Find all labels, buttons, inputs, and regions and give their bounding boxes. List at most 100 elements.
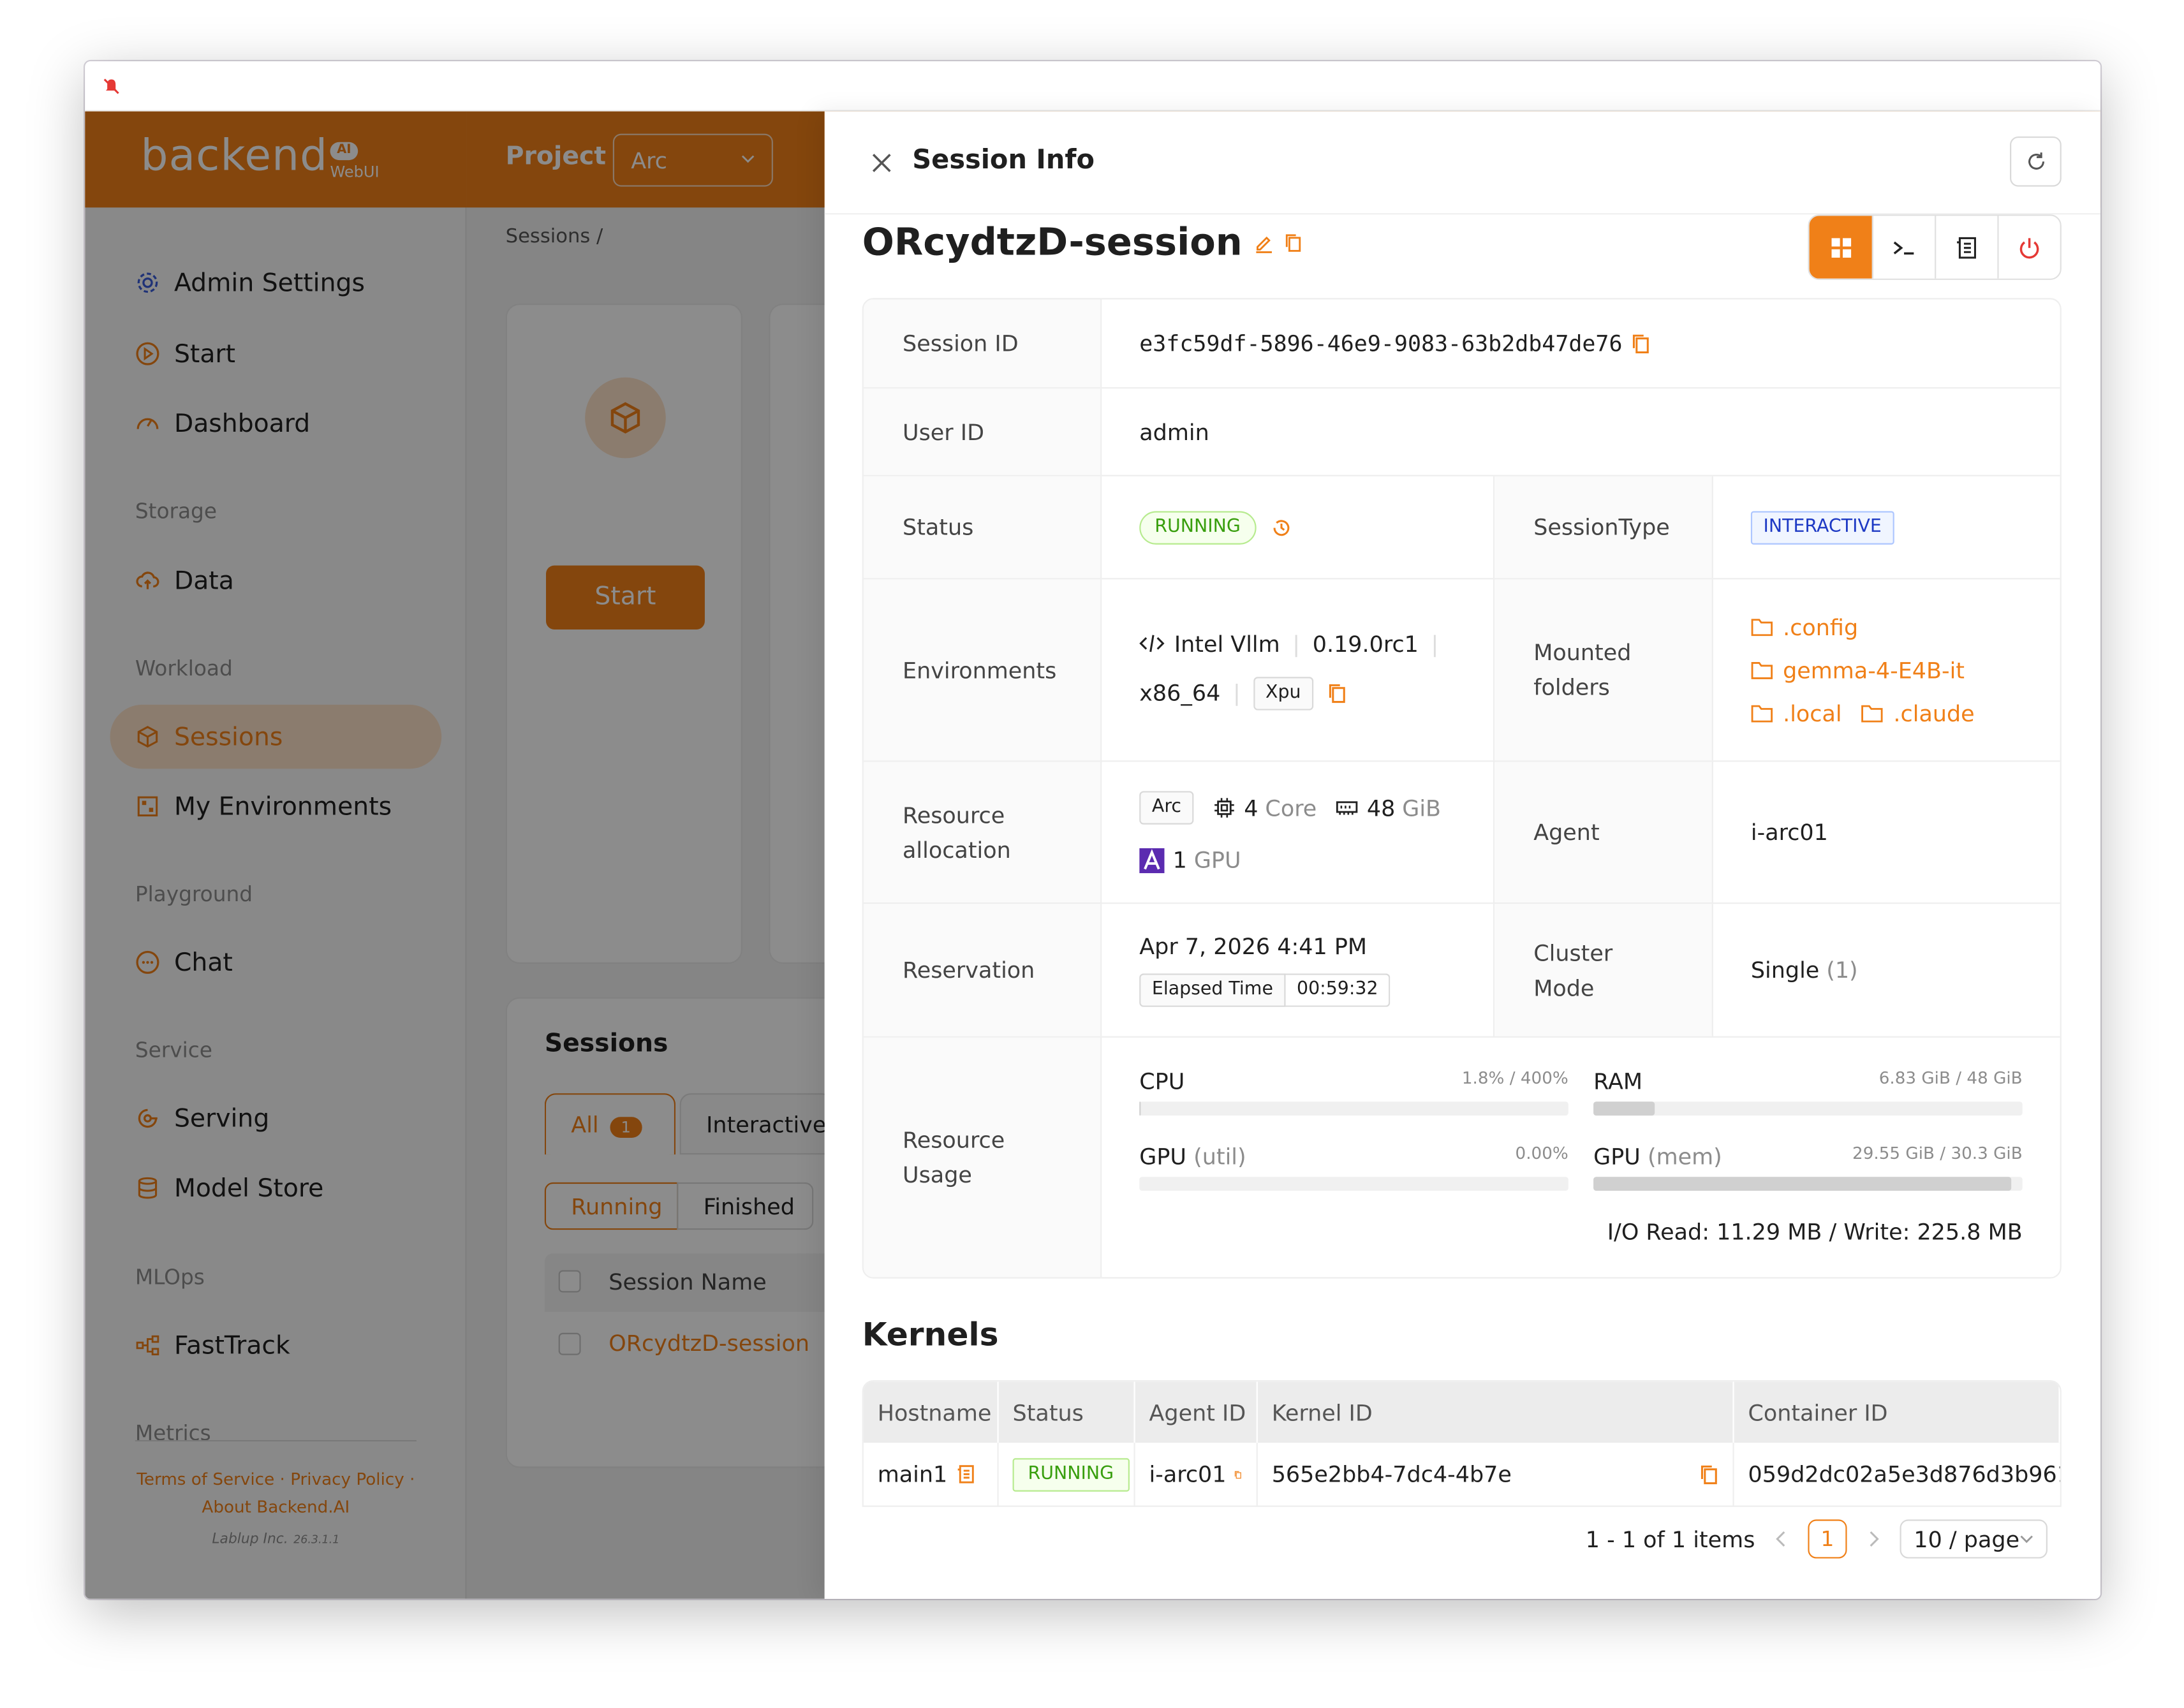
kernel-id: 565e2bb4-7dc4-4b7e (1271, 1461, 1512, 1488)
gpu-count: 1 (1172, 846, 1187, 874)
label-status: Status (863, 476, 1102, 578)
app-launcher-button[interactable] (1809, 216, 1872, 279)
page-current[interactable]: 1 (1808, 1519, 1847, 1559)
session-type-badge: INTERACTIVE (1750, 510, 1894, 544)
terminal-button[interactable] (1871, 216, 1935, 279)
memory-amount: 48 (1366, 794, 1396, 821)
folder-gemma[interactable]: gemma-4-E4B-it (1751, 657, 1965, 683)
folder-name: .config (1783, 613, 1859, 640)
row-user-id: User ID admin (863, 387, 2060, 475)
folder-name: gemma-4-E4B-it (1783, 656, 1965, 684)
folder-local[interactable]: .local (1751, 700, 1842, 726)
gpu-unit: GPU (1193, 846, 1241, 874)
label-resource-allocation: Resource allocation (863, 762, 1102, 903)
row-session-id: Session ID e3fc59df-5896-46e9-9083-63b2d… (863, 299, 2060, 388)
terminal-icon (1893, 240, 1914, 254)
env-tag: Xpu (1253, 676, 1314, 710)
refresh-button[interactable] (2010, 136, 2062, 187)
memory-icon (1336, 801, 1359, 815)
status-badge: RUNNING (1139, 510, 1256, 544)
copy-icon[interactable] (1283, 233, 1304, 254)
reservation-date: Apr 7, 2026 4:41 PM (1139, 933, 1368, 960)
label-reservation: Reservation (863, 904, 1102, 1036)
power-icon (2019, 237, 2039, 258)
kernel-agent-id: i-arc01 (1149, 1461, 1227, 1488)
code-icon (1139, 635, 1165, 652)
edit-icon[interactable] (1253, 233, 1274, 254)
kernels-table-header: Hostname Status Agent ID Kernel ID Conta… (863, 1381, 2060, 1443)
resource-line-2: 1 GPU (1139, 847, 1241, 873)
elapsed-label: Elapsed Time (1139, 973, 1286, 1007)
value-user-id: admin (1139, 418, 1209, 445)
folder-claude[interactable]: .claude (1861, 700, 1975, 726)
elapsed-time: Elapsed Time 00:59:32 (1139, 973, 1391, 1007)
close-icon[interactable] (871, 152, 893, 174)
value-session-type: INTERACTIVE (1713, 476, 2060, 578)
env-name: Intel Vllm (1174, 630, 1280, 657)
ram-usage-bar (1593, 1101, 2023, 1116)
refresh-icon (2028, 152, 2044, 170)
logs-button[interactable] (1935, 216, 1998, 279)
table-row: main1 RUNNING i-arc01 565e2bb4-7dc4-4b7e (863, 1443, 2060, 1506)
copy-icon[interactable] (1327, 682, 1347, 704)
copy-icon[interactable] (1235, 1463, 1243, 1485)
env-version: 0.19.0rc1 (1312, 630, 1419, 657)
cluster-mode: Single (1750, 957, 1820, 983)
kernel-status-badge: RUNNING (1012, 1457, 1130, 1491)
pagination: 1 - 1 of 1 items 1 10 / page (1586, 1519, 2048, 1559)
folder-icon (1861, 705, 1884, 723)
kernels-title: Kernels (862, 1317, 999, 1354)
cell-agent-id: i-arc01 (1135, 1443, 1258, 1506)
page-size-select[interactable]: 10 / page (1900, 1519, 2048, 1559)
container-id: 059d2dc02a5e3d876d3b9612c (1748, 1461, 2060, 1488)
gpu-mem-fill (1593, 1177, 2012, 1191)
row-resource-usage: Resource Usage CPU 1.8% / 400% RAM 6.83 Gi… (863, 1036, 2060, 1277)
gpu-mem-value: 29.55 GiB / 30.3 GiB (1852, 1143, 2023, 1163)
chevron-left-icon[interactable] (1774, 1531, 1789, 1547)
modal-overlay[interactable] (85, 111, 825, 1599)
intel-arc-gpu-icon (1139, 847, 1165, 873)
value-resource-allocation: Arc 4 Core 48 GiB 1 GPU (1102, 762, 1495, 903)
row-reservation: Reservation Apr 7, 2026 4:41 PM Elapsed … (863, 902, 2060, 1036)
value-cluster-mode: Single (1) (1713, 904, 2060, 1036)
cluster-size: (1) (1826, 957, 1858, 983)
gpu-util-value: 0.00% (1515, 1143, 1568, 1163)
gpu-util-usage: GPU (util) 0.00% (1139, 1144, 1568, 1191)
chevron-down-icon (2020, 1535, 2033, 1543)
row-resource-allocation: Resource allocation Arc 4 Core 48 GiB 1 … (863, 760, 2060, 903)
status-history-icon[interactable] (1270, 516, 1292, 538)
cpu-usage-bar (1139, 1101, 1568, 1116)
value-status: RUNNING (1102, 476, 1495, 578)
row-environments: Environments Intel Vllm | 0.19.0rc1 | x8… (863, 578, 2060, 761)
label-cluster-mode: Cluster Mode (1494, 904, 1713, 1036)
chevron-right-icon[interactable] (1866, 1531, 1880, 1547)
terminate-button[interactable] (1997, 216, 2060, 279)
log-icon (1957, 236, 1976, 258)
cpu-icon (1214, 798, 1234, 818)
gpu-util-label: GPU (1139, 1143, 1186, 1170)
cpu-usage-label: CPU (1139, 1068, 1185, 1095)
folder-config[interactable]: .config (1751, 614, 1858, 640)
io-usage: I/O Read: 11.29 MB / Write: 225.8 MB (1607, 1218, 2023, 1246)
cell-hostname: main1 (864, 1443, 999, 1506)
label-resource-usage: Resource Usage (863, 1037, 1102, 1277)
log-icon[interactable] (956, 1464, 977, 1485)
kernels-table: Hostname Status Agent ID Kernel ID Conta… (862, 1380, 2062, 1507)
copy-icon[interactable] (1631, 332, 1651, 355)
col-agent-id: Agent ID (1135, 1381, 1258, 1443)
cpu-usage-value: 1.8% / 400% (1461, 1068, 1568, 1088)
cpu-usage-fill (1139, 1101, 1142, 1116)
gpu-mem-suffix: (mem) (1647, 1143, 1722, 1170)
copy-icon[interactable] (1699, 1463, 1719, 1485)
col-status: Status (999, 1381, 1135, 1443)
elapsed-value: 00:59:32 (1285, 973, 1391, 1007)
row-status: Status RUNNING SessionType INTERACTIVE (863, 475, 2060, 578)
ram-usage-label: RAM (1593, 1068, 1643, 1095)
cell-container-id: 059d2dc02a5e3d876d3b9612c (1734, 1443, 2060, 1505)
gpu-mem-label: GPU (1593, 1143, 1641, 1170)
gpu-util-bar (1139, 1177, 1568, 1191)
notification-off-icon (103, 78, 119, 94)
cpu-unit: Core (1265, 794, 1317, 821)
label-agent: Agent (1494, 762, 1713, 903)
window-titlebar (85, 61, 2100, 112)
